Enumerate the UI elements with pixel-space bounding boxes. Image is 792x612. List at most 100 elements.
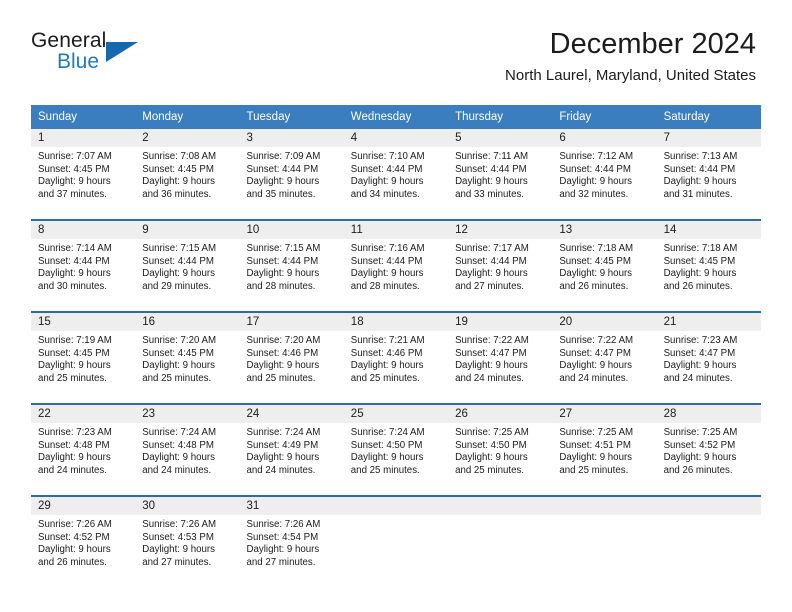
weekday-header-sunday: Sunday	[38, 111, 78, 123]
day-details: Sunrise: 7:23 AM Sunset: 4:47 PM Dayligh…	[657, 331, 761, 397]
day-cell[interactable]: 25 Sunrise: 7:24 AM Sunset: 4:50 PM Dayl…	[343, 405, 449, 489]
daylight-text-line2: and 24 minutes.	[663, 372, 733, 384]
sunset-text: Sunset: 4:46 PM	[246, 347, 319, 359]
sunrise-text: Sunrise: 7:18 AM	[663, 243, 738, 254]
daylight-text-line1: Daylight: 9 hours	[246, 452, 320, 464]
daylight-text-line1: Daylight: 9 hours	[350, 452, 424, 464]
day-cell[interactable]: 19 Sunrise: 7:22 AM Sunset: 4:47 PM Dayl…	[448, 313, 553, 397]
day-cell-empty	[656, 497, 761, 581]
day-cell[interactable]: 31 Sunrise: 7:26 AM Sunset: 4:54 PM Dayl…	[239, 497, 344, 581]
day-cell[interactable]: 2 Sunrise: 7:08 AM Sunset: 4:45 PM Dayli…	[135, 129, 240, 213]
sunrise-text: Sunrise: 7:16 AM	[350, 243, 425, 254]
day-details: Sunrise: 7:22 AM Sunset: 4:47 PM Dayligh…	[552, 331, 656, 397]
day-number: 12	[448, 221, 553, 239]
daylight-text-line2: and 37 minutes.	[38, 188, 107, 200]
sunset-text: Sunset: 4:46 PM	[350, 347, 423, 359]
daylight-text-line2: and 25 minutes.	[350, 464, 420, 476]
weekday-header-tuesday: Tuesday	[246, 111, 291, 123]
day-number: 23	[135, 405, 240, 423]
day-details: Sunrise: 7:10 AM Sunset: 4:44 PM Dayligh…	[344, 147, 448, 213]
day-cell[interactable]: 10 Sunrise: 7:15 AM Sunset: 4:44 PM Dayl…	[239, 221, 344, 305]
day-details: Sunrise: 7:08 AM Sunset: 4:45 PM Dayligh…	[135, 147, 239, 213]
daylight-text-line2: and 27 minutes.	[142, 556, 212, 568]
daylight-text-line1: Daylight: 9 hours	[38, 544, 111, 556]
day-number: 4	[343, 129, 449, 147]
daylight-text-line2: and 28 minutes.	[350, 280, 420, 292]
daylight-text-line1: Daylight: 9 hours	[142, 544, 215, 556]
day-cell[interactable]: 12 Sunrise: 7:17 AM Sunset: 4:44 PM Dayl…	[448, 221, 553, 305]
day-cell[interactable]: 6 Sunrise: 7:12 AM Sunset: 4:44 PM Dayli…	[552, 129, 657, 213]
daylight-text-line2: and 25 minutes.	[246, 372, 316, 384]
daylight-text-line2: and 34 minutes.	[350, 188, 420, 200]
daylight-text-line2: and 25 minutes.	[350, 372, 420, 384]
day-cell[interactable]: 11 Sunrise: 7:16 AM Sunset: 4:44 PM Dayl…	[343, 221, 449, 305]
day-cell[interactable]: 1 Sunrise: 7:07 AM Sunset: 4:45 PM Dayli…	[31, 129, 136, 213]
day-cell[interactable]: 9 Sunrise: 7:15 AM Sunset: 4:44 PM Dayli…	[135, 221, 240, 305]
day-details: Sunrise: 7:25 AM Sunset: 4:51 PM Dayligh…	[552, 423, 656, 489]
day-cell[interactable]: 26 Sunrise: 7:25 AM Sunset: 4:50 PM Dayl…	[448, 405, 553, 489]
day-cell[interactable]: 27 Sunrise: 7:25 AM Sunset: 4:51 PM Dayl…	[552, 405, 657, 489]
day-number: 17	[239, 313, 344, 331]
sunset-text: Sunset: 4:44 PM	[559, 163, 631, 175]
day-cell[interactable]: 7 Sunrise: 7:13 AM Sunset: 4:44 PM Dayli…	[656, 129, 761, 213]
daylight-text-line2: and 26 minutes.	[559, 280, 629, 292]
day-cell[interactable]: 5 Sunrise: 7:11 AM Sunset: 4:44 PM Dayli…	[448, 129, 553, 213]
day-details: Sunrise: 7:26 AM Sunset: 4:53 PM Dayligh…	[135, 515, 239, 581]
day-number: 21	[656, 313, 761, 331]
sunset-text: Sunset: 4:47 PM	[663, 347, 736, 359]
daylight-text-line2: and 25 minutes.	[142, 372, 212, 384]
day-cell[interactable]: 21 Sunrise: 7:23 AM Sunset: 4:47 PM Dayl…	[656, 313, 761, 397]
day-cell[interactable]: 29 Sunrise: 7:26 AM Sunset: 4:52 PM Dayl…	[31, 497, 136, 581]
sunrise-text: Sunrise: 7:22 AM	[559, 335, 634, 346]
sunrise-text: Sunrise: 7:25 AM	[559, 427, 634, 438]
weekday-header-wednesday: Wednesday	[350, 111, 412, 123]
weekday-header-saturday: Saturday	[663, 111, 710, 123]
daylight-text-line1: Daylight: 9 hours	[455, 452, 528, 464]
day-cell[interactable]: 20 Sunrise: 7:22 AM Sunset: 4:47 PM Dayl…	[552, 313, 657, 397]
day-cell[interactable]: 23 Sunrise: 7:24 AM Sunset: 4:48 PM Dayl…	[135, 405, 240, 489]
day-cell[interactable]: 15 Sunrise: 7:19 AM Sunset: 4:45 PM Dayl…	[31, 313, 136, 397]
day-details: Sunrise: 7:19 AM Sunset: 4:45 PM Dayligh…	[31, 331, 135, 397]
day-number: 2	[135, 129, 240, 147]
day-details: Sunrise: 7:20 AM Sunset: 4:46 PM Dayligh…	[240, 331, 344, 397]
week-row: 22 Sunrise: 7:23 AM Sunset: 4:48 PM Dayl…	[31, 403, 761, 489]
sunset-text: Sunset: 4:48 PM	[142, 439, 214, 451]
day-details: Sunrise: 7:23 AM Sunset: 4:48 PM Dayligh…	[31, 423, 135, 489]
day-details: Sunrise: 7:21 AM Sunset: 4:46 PM Dayligh…	[344, 331, 448, 397]
day-cell[interactable]: 3 Sunrise: 7:09 AM Sunset: 4:44 PM Dayli…	[239, 129, 344, 213]
sunset-text: Sunset: 4:44 PM	[246, 163, 319, 175]
brand-logo[interactable]: General Blue	[31, 30, 151, 78]
day-cell[interactable]: 22 Sunrise: 7:23 AM Sunset: 4:48 PM Dayl…	[31, 405, 136, 489]
sunset-text: Sunset: 4:44 PM	[142, 255, 214, 267]
day-cell[interactable]: 30 Sunrise: 7:26 AM Sunset: 4:53 PM Dayl…	[135, 497, 240, 581]
day-details: Sunrise: 7:07 AM Sunset: 4:45 PM Dayligh…	[31, 147, 135, 213]
sunset-text: Sunset: 4:44 PM	[455, 255, 527, 267]
daylight-text-line2: and 24 minutes.	[559, 372, 629, 384]
day-details: Sunrise: 7:09 AM Sunset: 4:44 PM Dayligh…	[240, 147, 344, 213]
day-cell[interactable]: 17 Sunrise: 7:20 AM Sunset: 4:46 PM Dayl…	[239, 313, 344, 397]
daylight-text-line1: Daylight: 9 hours	[559, 452, 633, 464]
day-cell[interactable]: 8 Sunrise: 7:14 AM Sunset: 4:44 PM Dayli…	[31, 221, 136, 305]
daylight-text-line2: and 24 minutes.	[142, 464, 212, 476]
daylight-text-line2: and 26 minutes.	[663, 464, 733, 476]
daylight-text-line2: and 32 minutes.	[559, 188, 629, 200]
day-details: Sunrise: 7:15 AM Sunset: 4:44 PM Dayligh…	[240, 239, 344, 305]
day-cell[interactable]: 14 Sunrise: 7:18 AM Sunset: 4:45 PM Dayl…	[656, 221, 761, 305]
day-cell[interactable]: 18 Sunrise: 7:21 AM Sunset: 4:46 PM Dayl…	[343, 313, 449, 397]
week-row: 29 Sunrise: 7:26 AM Sunset: 4:52 PM Dayl…	[31, 495, 761, 581]
daylight-text-line2: and 30 minutes.	[38, 280, 107, 292]
day-cell[interactable]: 16 Sunrise: 7:20 AM Sunset: 4:45 PM Dayl…	[135, 313, 240, 397]
daylight-text-line1: Daylight: 9 hours	[663, 452, 737, 464]
day-cell[interactable]: 13 Sunrise: 7:18 AM Sunset: 4:45 PM Dayl…	[552, 221, 657, 305]
day-number: 14	[656, 221, 761, 239]
day-cell[interactable]: 28 Sunrise: 7:25 AM Sunset: 4:52 PM Dayl…	[656, 405, 761, 489]
sunset-text: Sunset: 4:44 PM	[246, 255, 319, 267]
daylight-text-line1: Daylight: 9 hours	[38, 268, 111, 280]
day-details: Sunrise: 7:12 AM Sunset: 4:44 PM Dayligh…	[552, 147, 656, 213]
daylight-text-line1: Daylight: 9 hours	[455, 360, 528, 372]
day-number: 10	[239, 221, 344, 239]
day-details: Sunrise: 7:18 AM Sunset: 4:45 PM Dayligh…	[657, 239, 761, 305]
day-cell[interactable]: 24 Sunrise: 7:24 AM Sunset: 4:49 PM Dayl…	[239, 405, 344, 489]
day-cell[interactable]: 4 Sunrise: 7:10 AM Sunset: 4:44 PM Dayli…	[343, 129, 449, 213]
daylight-text-line1: Daylight: 9 hours	[142, 452, 215, 464]
